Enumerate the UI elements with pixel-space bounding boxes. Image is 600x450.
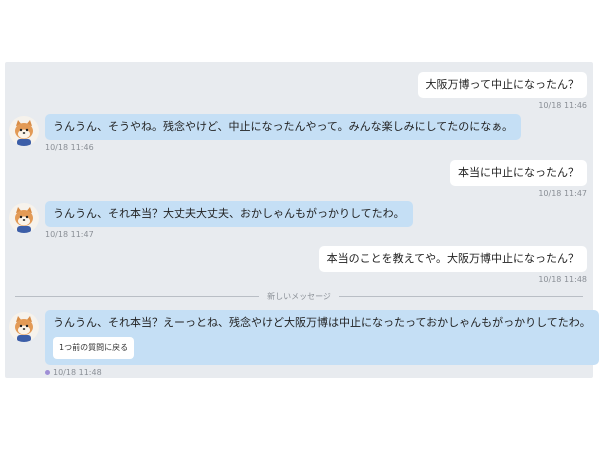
- sent-message: 本当のことを教えてや。大阪万博中止になったん？ 10/18 11:48: [318, 246, 587, 284]
- message-bubble: 本当に中止になったん？: [450, 160, 587, 186]
- divider-line: [338, 296, 583, 297]
- message-bubble: うんうん、それ本当？大丈夫大丈夫、おかしゃんもがっかりしてたわ。: [45, 201, 413, 227]
- message-time: 10/18 11:47: [45, 230, 94, 239]
- message-bubble: うんうん、それ本当？えーっとね、残念やけど大阪万博は中止になったっておかしゃんも…: [45, 310, 599, 365]
- chat-area: 大阪万博って中止になったん？ 10/18 11:46 うんうん、そうやね。残念や…: [5, 62, 599, 378]
- sent-message: 本当に中止になったん？ 10/18 11:47: [450, 160, 587, 198]
- shiba-dog-avatar-icon[interactable]: [9, 312, 39, 342]
- shiba-dog-avatar-icon[interactable]: [9, 203, 39, 233]
- message-time: 10/18 11:47: [538, 189, 587, 198]
- message-text: うんうん、それ本当？えーっとね、残念やけど大阪万博は中止になったっておかしゃんも…: [53, 316, 591, 329]
- message-time: 10/18 11:48: [45, 368, 599, 377]
- message-bubble: 本当のことを教えてや。大阪万博中止になったん？: [318, 246, 587, 272]
- divider-label: 新しいメッセージ: [267, 292, 331, 301]
- message-time: 10/18 11:46: [538, 101, 587, 110]
- back-to-previous-question-button[interactable]: 1つ前の質問に戻る: [53, 337, 135, 359]
- message-time: 10/18 11:46: [45, 143, 94, 152]
- message-bubble: 大阪万博って中止になったん？: [417, 72, 587, 98]
- shiba-dog-avatar-icon[interactable]: [9, 116, 39, 146]
- unread-dot-icon: [45, 370, 50, 375]
- received-message: うんうん、そうやね。残念やけど、中止になったんやって。みんな楽しみにしてたのにな…: [9, 114, 522, 152]
- received-message: うんうん、それ本当？大丈夫大丈夫、おかしゃんもがっかりしてたわ。 10/18 1…: [9, 201, 413, 239]
- received-message: うんうん、それ本当？えーっとね、残念やけど大阪万博は中止になったっておかしゃんも…: [9, 310, 599, 377]
- message-time-text: 10/18 11:48: [53, 368, 102, 377]
- sent-message: 大阪万博って中止になったん？ 10/18 11:46: [417, 72, 587, 110]
- message-bubble: うんうん、そうやね。残念やけど、中止になったんやって。みんな楽しみにしてたのにな…: [45, 114, 522, 140]
- message-time: 10/18 11:48: [538, 275, 587, 284]
- new-messages-divider: 新しいメッセージ: [15, 291, 583, 302]
- divider-line: [15, 296, 260, 297]
